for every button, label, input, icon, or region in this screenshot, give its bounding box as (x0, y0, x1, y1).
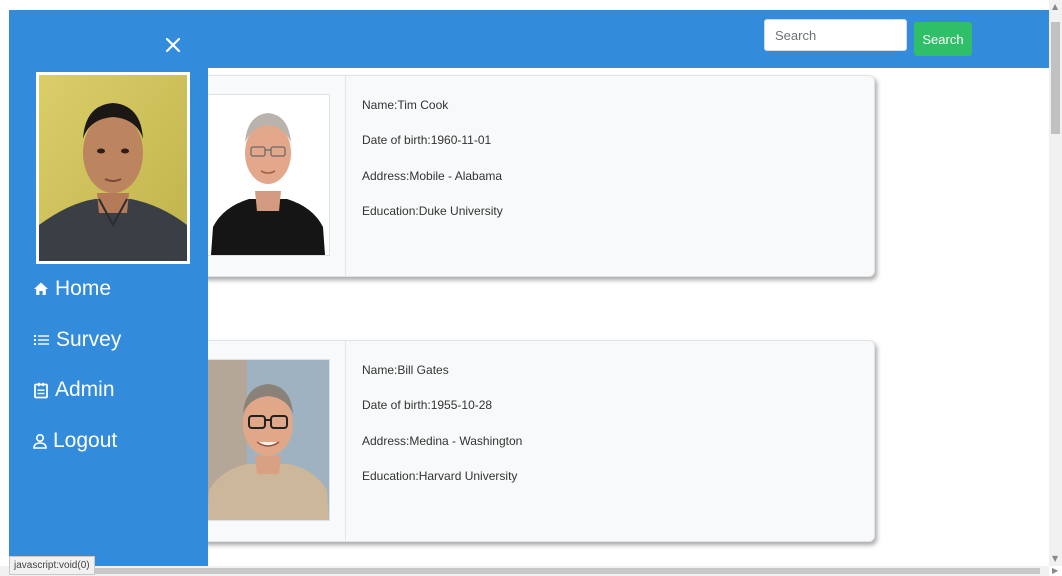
sidebar: Home Survey Admin Logout (9, 10, 208, 566)
profile-card: Name:Tim Cook Date of birth:1960-11-01 A… (168, 75, 875, 277)
user-icon (33, 433, 47, 449)
scroll-right-icon[interactable]: ▶ (1052, 566, 1058, 575)
list-icon (34, 335, 49, 345)
person-education: Education:Duke University (362, 204, 503, 218)
horizontal-scrollbar[interactable]: ▶ (0, 566, 1058, 576)
profile-card: Name:Bill Gates Date of birth:1955-10-28… (168, 340, 875, 542)
sidebar-item-label: Home (55, 277, 112, 300)
status-bar: javascript:void(0) (9, 556, 95, 575)
sidebar-item-label: Admin (55, 378, 115, 401)
profile-photo (206, 94, 330, 256)
scrollbar-thumb[interactable] (10, 568, 1040, 574)
person-name: Name:Tim Cook (362, 98, 449, 112)
profile-photo-image (207, 95, 329, 255)
avatar-photo (39, 75, 187, 261)
person-dob: Date of birth:1955-10-28 (362, 398, 493, 412)
scroll-up-icon[interactable]: ▲ (1052, 2, 1058, 11)
person-address: Address:Mobile - Alabama (362, 169, 503, 183)
person-dob: Date of birth:1960-11-01 (362, 133, 492, 147)
vertical-scrollbar[interactable]: ▲ ▼ (1049, 0, 1062, 566)
clipboard-icon (34, 382, 48, 398)
home-icon (34, 282, 48, 295)
scroll-down-icon[interactable]: ▼ (1052, 554, 1058, 563)
sidebar-item-admin[interactable]: Admin (33, 378, 115, 402)
person-name: Name:Bill Gates (362, 363, 449, 377)
avatar (36, 72, 190, 264)
search-input[interactable] (764, 19, 907, 51)
close-icon[interactable] (162, 34, 184, 56)
search-button[interactable]: Search (914, 22, 972, 56)
sidebar-item-home[interactable]: Home (33, 277, 111, 301)
person-address: Address:Medina - Washington (362, 434, 523, 448)
sidebar-item-label: Survey (56, 328, 122, 351)
profile-photo-image (207, 360, 329, 520)
profile-photo (206, 359, 330, 521)
sidebar-item-label: Logout (53, 429, 118, 452)
person-education: Education:Harvard University (362, 469, 518, 483)
card-divider (345, 341, 346, 541)
sidebar-item-survey[interactable]: Survey (33, 328, 121, 352)
scrollbar-thumb[interactable] (1051, 22, 1060, 134)
card-divider (345, 76, 346, 276)
sidebar-item-logout[interactable]: Logout (33, 429, 117, 453)
